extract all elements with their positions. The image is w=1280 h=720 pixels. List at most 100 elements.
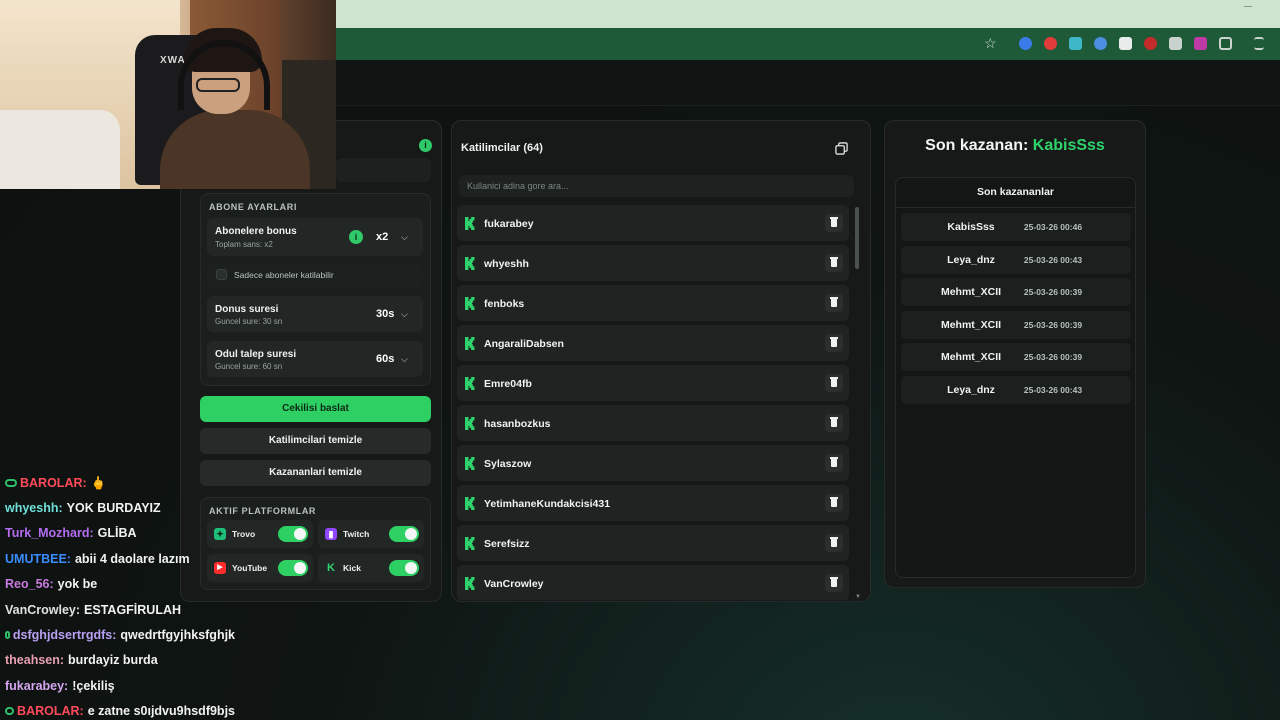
platform-name: Kick	[343, 563, 361, 573]
chat-username: BAROLAR:	[20, 475, 87, 490]
winner-row: Leya_dnz 25-03-26 00:43	[901, 245, 1131, 274]
participant-row: fenboks	[457, 285, 849, 321]
claim-title: Odul talep suresi	[215, 349, 297, 360]
participant-scrollbar[interactable]	[855, 207, 859, 269]
chat-text: YOK BURDAYIZ	[66, 501, 161, 516]
start-raffle-button[interactable]: Cekilisi baslat	[200, 396, 431, 422]
extension-red-icon[interactable]	[1044, 37, 1057, 50]
kick-icon	[465, 457, 475, 470]
bonus-select[interactable]: x2	[376, 231, 388, 243]
winner-time: 25-03-26 00:39	[1023, 352, 1083, 362]
chat-text: abii 4 daolare lazım	[74, 551, 190, 566]
delete-participant-button[interactable]	[825, 294, 843, 312]
participant-name: fukarabey	[484, 218, 534, 230]
extension-purple-icon[interactable]	[1194, 37, 1207, 50]
duration-select[interactable]: 30s	[376, 308, 394, 320]
participant-list: fukarabey whyeshh fenboks AngaraliDabsen Emr…	[457, 205, 849, 600]
kick-icon	[465, 377, 475, 390]
chat-text: yok be	[57, 577, 98, 592]
extension-blue-icon[interactable]	[1019, 37, 1032, 50]
kick-toggle[interactable]	[389, 560, 419, 576]
bookmark-star-icon[interactable]: ☆	[984, 35, 997, 52]
participant-row: Serefsizz	[457, 525, 849, 561]
twitch-icon: ▮	[325, 528, 337, 540]
extension-wave-icon[interactable]	[1094, 37, 1107, 50]
chevron-down-icon[interactable]: ⌵	[401, 232, 408, 243]
winner-time: 25-03-26 00:46	[1023, 222, 1083, 232]
participant-name: Sylaszow	[484, 458, 532, 470]
participant-name: Emre04fb	[484, 378, 532, 390]
address-bar[interactable]	[340, 32, 1010, 56]
participant-name: YetimhaneKundakcisi431	[484, 498, 611, 510]
name-field[interactable]	[336, 158, 431, 182]
trash-icon-body	[831, 299, 837, 307]
extension-u-icon[interactable]	[1144, 37, 1157, 50]
chat-message: VanCrowley: ESTAGFİRULAH	[5, 597, 235, 622]
last-winner-heading: Son kazanan: KabisSss	[884, 137, 1146, 155]
participant-row: Sylaszow	[457, 445, 849, 481]
subscriber-bonus-row: Abonelere bonus Toplam sans: x2 i x2 ⌵	[207, 218, 423, 256]
trovo-toggle[interactable]	[278, 526, 308, 542]
screen: ☆ i ABONE AYARLARI Abonelere bonus Topla…	[0, 0, 1280, 720]
kick-icon	[465, 577, 475, 590]
delete-participant-button[interactable]	[825, 534, 843, 552]
platform-name: Twitch	[343, 529, 370, 539]
extension-teal-icon[interactable]	[1069, 37, 1082, 50]
extensions-puzzle-icon[interactable]	[1219, 37, 1232, 50]
chat-username: UMUTBEE:	[5, 551, 71, 566]
participant-name: whyeshh	[484, 258, 529, 270]
kick-icon	[465, 497, 475, 510]
extension-grey-icon[interactable]	[1169, 37, 1182, 50]
minimize-button[interactable]	[1244, 6, 1252, 7]
moderator-badge-icon	[5, 631, 10, 640]
clear-participants-button[interactable]: Katilimcilari temizle	[200, 428, 431, 454]
moderator-badge-icon	[5, 478, 17, 487]
subs-only-checkbox[interactable]	[216, 269, 227, 280]
delete-participant-button[interactable]	[825, 574, 843, 592]
participant-row: VanCrowley	[457, 565, 849, 600]
youtube-toggle[interactable]	[278, 560, 308, 576]
copy-icon[interactable]	[835, 142, 848, 155]
claim-subtitle: Guncel sure: 60 sn	[215, 362, 283, 371]
kick-icon: K	[327, 562, 335, 574]
menu-icon[interactable]	[1254, 37, 1264, 50]
delete-participant-button[interactable]	[825, 214, 843, 232]
delete-participant-button[interactable]	[825, 374, 843, 392]
trash-icon-body	[831, 379, 837, 387]
delete-participant-button[interactable]	[825, 414, 843, 432]
subscriber-settings-title: ABONE AYARLARI	[209, 202, 297, 212]
chevron-down-icon[interactable]: ⌵	[401, 309, 408, 320]
trash-icon-body	[831, 419, 837, 427]
winner-time: 25-03-26 00:39	[1023, 287, 1083, 297]
trash-icon-body	[831, 339, 837, 347]
chevron-down-icon[interactable]: ⌵	[401, 354, 408, 365]
participant-search-input[interactable]: Kullanici adina gore ara...	[459, 175, 854, 197]
status-info-icon[interactable]: i	[419, 139, 432, 152]
chat-message: BAROLAR: e zatne s0ıjdvu9hsdf9bjs	[5, 699, 235, 720]
bonus-info-icon[interactable]: i	[349, 230, 363, 244]
delete-participant-button[interactable]	[825, 254, 843, 272]
scroll-down-arrow[interactable]: ▼	[855, 594, 861, 600]
chat-message: dsfghjdsertrgdfs: qwedrtfgyjhksfghjk	[5, 622, 235, 647]
winner-row: KabisSss 25-03-26 00:46	[901, 213, 1131, 241]
subs-only-row[interactable]: Sadece aboneler katilabilir	[207, 263, 423, 287]
chat-text: GLİBA	[97, 526, 137, 541]
participant-name: VanCrowley	[484, 578, 544, 590]
trash-icon-body	[831, 219, 837, 227]
participant-name: AngaraliDabsen	[484, 338, 564, 350]
trash-icon-body	[831, 579, 837, 587]
chat-message: UMUTBEE: abii 4 daolare lazım	[5, 546, 235, 571]
chat-username: Turk_Mozhard:	[5, 526, 94, 541]
claim-select[interactable]: 60s	[376, 353, 394, 365]
delete-participant-button[interactable]	[825, 494, 843, 512]
twitch-toggle[interactable]	[389, 526, 419, 542]
extension-white-icon[interactable]	[1119, 37, 1132, 50]
subs-only-label: Sadece aboneler katilabilir	[234, 270, 334, 280]
chat-username: Reo_56:	[5, 577, 54, 592]
trash-icon-body	[831, 539, 837, 547]
delete-participant-button[interactable]	[825, 454, 843, 472]
trash-icon-body	[831, 259, 837, 267]
participant-name: fenboks	[484, 298, 525, 310]
chat-text: ESTAGFİRULAH	[84, 602, 182, 617]
delete-participant-button[interactable]	[825, 334, 843, 352]
